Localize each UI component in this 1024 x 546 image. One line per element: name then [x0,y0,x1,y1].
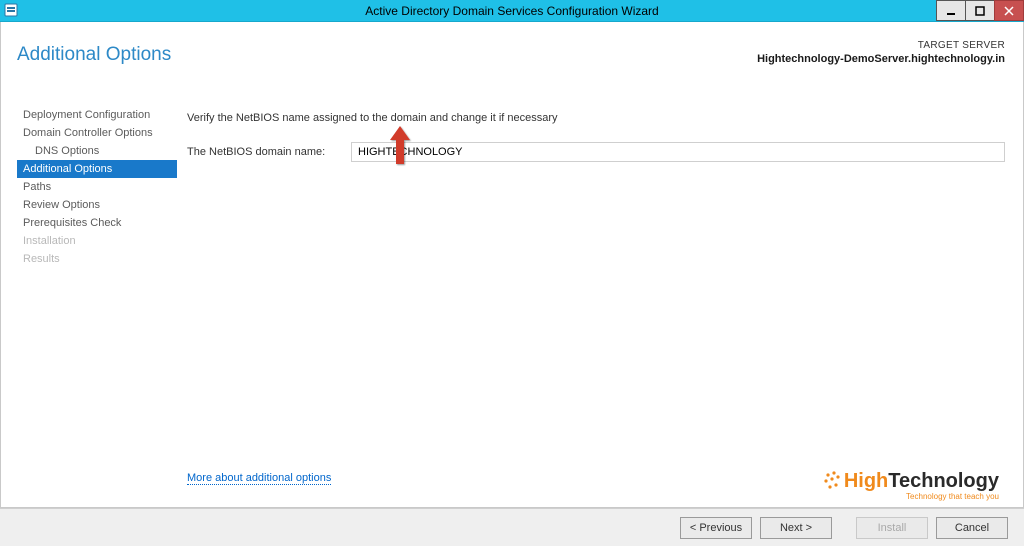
titlebar: Active Directory Domain Services Configu… [0,0,1024,22]
minimize-button[interactable] [936,0,966,21]
sidebar-item-deployment-configuration[interactable]: Deployment Configuration [17,106,177,124]
target-server-value: Hightechnology-DemoServer.hightechnology… [757,53,1005,65]
instruction-text: Verify the NetBIOS name assigned to the … [187,112,1005,124]
page-title: Additional Options [17,44,171,66]
close-button[interactable] [994,0,1024,21]
netbios-label: The NetBIOS domain name: [187,146,351,158]
sidebar-item-results: Results [17,250,177,268]
more-about-link[interactable]: More about additional options [187,472,331,485]
netbios-input[interactable] [351,142,1005,162]
previous-button[interactable]: < Previous [680,517,752,539]
sidebar-item-dns-options[interactable]: DNS Options [17,142,177,160]
sidebar-item-installation: Installation [17,232,177,250]
logo-text-technology: Technology [888,470,999,493]
sidebar-item-prerequisites-check[interactable]: Prerequisites Check [17,214,177,232]
main-panel: Verify the NetBIOS name assigned to the … [187,106,1005,507]
branding-logo: HighTechnology Technology that teach you [822,470,999,502]
sidebar-item-domain-controller-options[interactable]: Domain Controller Options [17,124,177,142]
window-icon [4,3,20,19]
sidebar-item-review-options[interactable]: Review Options [17,196,177,214]
maximize-button[interactable] [965,0,995,21]
sidebar-item-additional-options[interactable]: Additional Options [17,160,177,178]
window-controls [937,0,1024,21]
logo-text-high: High [844,470,888,493]
logo-dots-icon [822,471,840,491]
cancel-button[interactable]: Cancel [936,517,1008,539]
wizard-footer: < Previous Next > Install Cancel [0,508,1024,546]
netbios-row: The NetBIOS domain name: [187,142,1005,162]
sidebar-item-paths[interactable]: Paths [17,178,177,196]
wizard-steps-sidebar: Deployment Configuration Domain Controll… [17,106,177,268]
next-button[interactable]: Next > [760,517,832,539]
target-server-block: TARGET SERVER Hightechnology-DemoServer.… [757,40,1005,65]
window-title: Active Directory Domain Services Configu… [0,4,1024,18]
target-server-label: TARGET SERVER [757,40,1005,51]
wizard-content: Additional Options TARGET SERVER Hightec… [0,22,1024,508]
install-button: Install [856,517,928,539]
logo-tagline: Technology that teach you [822,492,999,501]
